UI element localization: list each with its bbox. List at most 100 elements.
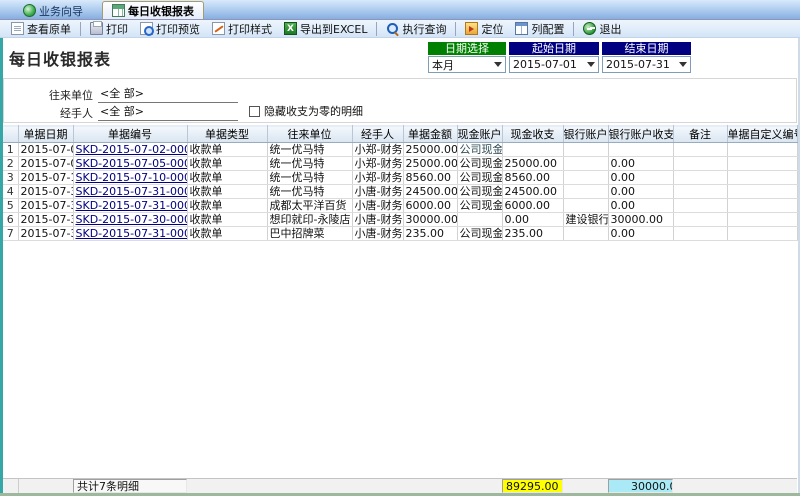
- unit-filter-field[interactable]: <全 部>: [98, 85, 238, 103]
- table-row[interactable]: 22015-07-05SKD-2015-07-05-0001收款单统一优马特小郑…: [3, 157, 797, 171]
- toolbar-separator: [80, 22, 81, 36]
- filter-panel: 往来单位 <全 部> 经手人 <全 部> 隐藏收支为零的明细: [3, 78, 797, 123]
- toolbar-button-label: 退出: [599, 21, 621, 37]
- cell-bank-account: [563, 227, 608, 241]
- column-config-button[interactable]: 列配置: [509, 19, 570, 39]
- export-excel-button[interactable]: 导出到EXCEL: [278, 19, 373, 39]
- cell-unit: 统一优马特: [267, 185, 352, 199]
- cell-custom-no: [727, 227, 797, 241]
- table-row[interactable]: 52015-07-31SKD-2015-07-31-0003收款单成都太平洋百货…: [3, 199, 797, 213]
- tab-daily-cashier-report[interactable]: 每日收银报表: [102, 1, 204, 19]
- cell-bank-flow: 0.00: [608, 157, 673, 171]
- column-header-amount: 单据金额: [403, 126, 457, 143]
- cell-cash-flow: 6000.00: [502, 199, 563, 213]
- cell-custom-no: [727, 213, 797, 227]
- cell-bank-account: [563, 157, 608, 171]
- document-link[interactable]: SKD-2015-07-02-0001: [76, 143, 188, 156]
- toolbar-separator: [376, 22, 377, 36]
- cell-date: 2015-07-02: [18, 143, 73, 157]
- cell-date: 2015-07-31: [18, 227, 73, 241]
- page-title: 每日收银报表: [9, 46, 111, 70]
- cell-note: [673, 171, 727, 185]
- cell-handler: 小唐-财务: [352, 185, 403, 199]
- document-link[interactable]: SKD-2015-07-30-0002: [76, 213, 188, 226]
- cell-unit: 想印就印-永陵店: [267, 213, 352, 227]
- date-range-select[interactable]: 本月: [428, 56, 506, 73]
- cell-doc-no: SKD-2015-07-05-0001: [73, 157, 187, 171]
- print-style-button[interactable]: 打印样式: [206, 19, 278, 39]
- cell-note: [673, 157, 727, 171]
- cell-bank-flow: 30000.00: [608, 213, 673, 227]
- table-row[interactable]: 32015-07-10SKD-2015-07-10-0001收款单统一优马特小郑…: [3, 171, 797, 185]
- row-number: 6: [3, 213, 18, 227]
- exit-button[interactable]: 退出: [577, 19, 627, 39]
- cell-note: [673, 227, 727, 241]
- cell-unit: 巴中招牌菜: [267, 227, 352, 241]
- cell-handler: 小唐-财务: [352, 227, 403, 241]
- cell-custom-no: [727, 157, 797, 171]
- toolbar-button-label: 执行查询: [402, 21, 446, 37]
- tab-label: 每日收银报表: [128, 3, 194, 19]
- hide-zero-checkbox[interactable]: [249, 106, 260, 117]
- columns-icon: [515, 22, 528, 35]
- start-date-select[interactable]: 2015-07-01: [509, 56, 599, 73]
- view-doc-icon: [11, 22, 24, 35]
- view-original-button[interactable]: 查看原单: [5, 19, 77, 39]
- cell-cash-flow: 0.00: [502, 213, 563, 227]
- end-date-select[interactable]: 2015-07-31: [602, 56, 691, 73]
- document-link[interactable]: SKD-2015-07-31-0002: [76, 227, 188, 240]
- row-number: 7: [3, 227, 18, 241]
- toolbar: 查看原单打印打印预览打印样式导出到EXCEL 执行查询定位 列配置 退出: [0, 19, 800, 38]
- cell-unit: 成都太平洋百货: [267, 199, 352, 213]
- document-link[interactable]: SKD-2015-07-10-0001: [76, 171, 188, 184]
- column-header-bank-account: 银行账户: [563, 126, 608, 143]
- cell-unit: 统一优马特: [267, 171, 352, 185]
- chevron-down-icon: [587, 62, 595, 71]
- column-header-bank-flow: 银行账户收支: [608, 126, 673, 143]
- tab-business-wizard[interactable]: 业务向导: [14, 2, 92, 19]
- cell-amount: 24500.00: [403, 185, 457, 199]
- cell-doc-type: 收款单: [187, 171, 267, 185]
- run-query-button[interactable]: 执行查询: [380, 19, 452, 39]
- toolbar-button-label: 查看原单: [27, 21, 71, 37]
- unit-filter-label: 往来单位: [49, 87, 93, 103]
- print-preview-icon: [140, 22, 153, 35]
- column-header-cash-account: 现金账户: [457, 126, 502, 143]
- print-button[interactable]: 打印: [84, 19, 134, 39]
- table-row[interactable]: 42015-07-31SKD-2015-07-31-0001收款单统一优马特小唐…: [3, 185, 797, 199]
- handler-filter-field[interactable]: <全 部>: [98, 103, 238, 121]
- locate-button[interactable]: 定位: [459, 19, 509, 39]
- cell-amount: 25000.00: [403, 143, 457, 157]
- column-header-doc-type: 单据类型: [187, 126, 267, 143]
- grid-header-row: 单据日期单据编号单据类型往来单位经手人单据金额现金账户现金收支银行账户银行账户收…: [3, 126, 797, 143]
- table-row[interactable]: 12015-07-02SKD-2015-07-02-0001收款单统一优马特小郑…: [3, 143, 797, 157]
- toolbar-button-label: 列配置: [531, 21, 564, 37]
- cell-doc-type: 收款单: [187, 143, 267, 157]
- cell-doc-no: SKD-2015-07-30-0002: [73, 213, 187, 227]
- summary-bank-total: 30000.00: [608, 479, 673, 493]
- table-row[interactable]: 62015-07-30SKD-2015-07-30-0002收款单想印就印-永陵…: [3, 213, 797, 227]
- cell-cash-flow: 235.00: [502, 227, 563, 241]
- end-date-header: 结束日期: [602, 42, 691, 55]
- cell-cash-account: 公司现金: [457, 157, 502, 171]
- cell-handler: 小郑-财务: [352, 157, 403, 171]
- cell-unit: 统一优马特: [267, 157, 352, 171]
- chevron-down-icon: [494, 62, 502, 71]
- document-link[interactable]: SKD-2015-07-31-0001: [76, 185, 188, 198]
- cell-doc-no: SKD-2015-07-31-0003: [73, 199, 187, 213]
- cell-doc-type: 收款单: [187, 199, 267, 213]
- cell-bank-flow: 0.00: [608, 199, 673, 213]
- end-date-value: 2015-07-31: [606, 58, 679, 71]
- document-link[interactable]: SKD-2015-07-05-0001: [76, 157, 188, 170]
- row-number: 2: [3, 157, 18, 171]
- query-icon: [386, 22, 399, 35]
- table-row[interactable]: 72015-07-31SKD-2015-07-31-0002收款单巴中招牌菜小唐…: [3, 227, 797, 241]
- cell-bank-flow: 0.00: [608, 143, 673, 157]
- cell-bank-account: [563, 199, 608, 213]
- summary-count: 共计7条明细: [73, 479, 187, 493]
- document-link[interactable]: SKD-2015-07-31-0003: [76, 199, 188, 212]
- column-header-unit: 往来单位: [267, 126, 352, 143]
- print-style-icon: [212, 22, 225, 35]
- print-preview-button[interactable]: 打印预览: [134, 19, 206, 39]
- cell-date: 2015-07-10: [18, 171, 73, 185]
